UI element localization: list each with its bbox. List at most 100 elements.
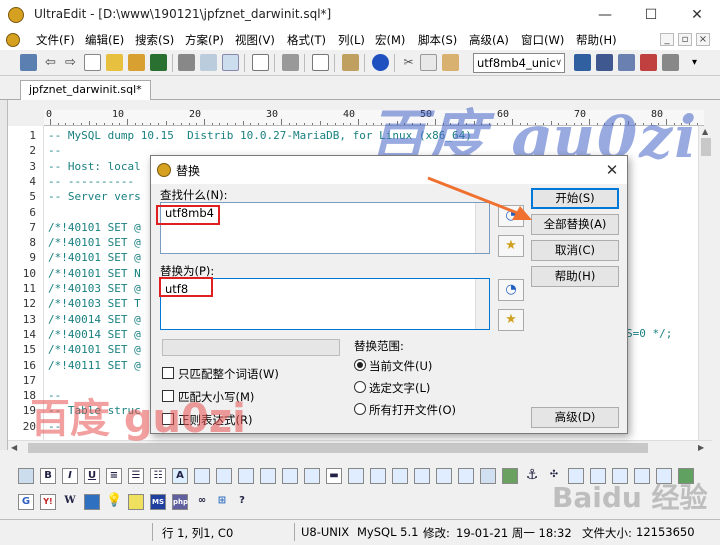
menu-advanced[interactable]: 高级(A) — [469, 32, 509, 48]
open-folder-icon[interactable] — [106, 54, 123, 71]
start-button[interactable]: 开始(S) — [531, 188, 619, 209]
back-arrow-icon[interactable]: ⇦ — [42, 54, 59, 71]
print-preview-icon[interactable] — [200, 54, 217, 71]
scope-selection-label[interactable]: 选定文字(L) — [369, 380, 430, 396]
regex-label[interactable]: 正则表达式(R) — [178, 412, 252, 428]
numbered-list-icon[interactable]: ☷ — [150, 468, 166, 484]
document-icon[interactable] — [6, 33, 20, 47]
heading-icon[interactable] — [304, 468, 320, 484]
scroll-left-icon[interactable]: ◀ — [11, 443, 17, 452]
help-button[interactable]: 帮助(H) — [531, 266, 619, 287]
regex-checkbox[interactable] — [162, 413, 174, 425]
align-center-icon[interactable] — [238, 468, 254, 484]
align-icon[interactable] — [282, 54, 299, 71]
find-favorites-star-icon[interactable]: ★ — [498, 235, 524, 257]
php-icon[interactable]: php — [172, 494, 188, 510]
menu-window[interactable]: 窗口(W) — [521, 32, 564, 48]
menu-format[interactable]: 格式(T) — [287, 32, 326, 48]
yahoo-icon[interactable]: Y! — [40, 494, 56, 510]
grid-icon[interactable] — [634, 468, 650, 484]
bulb-icon[interactable]: 💡 — [106, 494, 122, 510]
form-icon[interactable] — [436, 468, 452, 484]
menu-project[interactable]: 方案(P) — [185, 32, 224, 48]
indent-icon[interactable]: ≡ — [106, 468, 122, 484]
menu-help[interactable]: 帮助(H) — [576, 32, 617, 48]
cut-icon[interactable]: ✂ — [400, 54, 417, 71]
minimize-button[interactable]: — — [582, 0, 628, 30]
help-icon[interactable]: ? — [234, 494, 250, 510]
line-ending-status[interactable]: U8-UNIX — [301, 525, 349, 539]
format-icon[interactable] — [18, 468, 34, 484]
google-icon[interactable]: G — [18, 494, 34, 510]
hex-icon[interactable] — [312, 54, 329, 71]
windows-icon[interactable] — [84, 494, 100, 510]
menu-script[interactable]: 脚本(S) — [418, 32, 457, 48]
list-view-icon[interactable] — [656, 468, 672, 484]
find-icon[interactable] — [574, 54, 591, 71]
menu-search[interactable]: 搜索(S) — [135, 32, 174, 48]
save-icon[interactable] — [150, 54, 167, 71]
scope-current-file-radio[interactable] — [354, 359, 366, 371]
table-cell-icon[interactable] — [414, 468, 430, 484]
page-icon[interactable] — [252, 54, 269, 71]
scroll-up-icon[interactable]: ▲ — [702, 127, 708, 136]
new-file-icon[interactable] — [84, 54, 101, 71]
dialog-close-button[interactable]: ✕ — [601, 159, 623, 181]
bullet-list-icon[interactable]: ☰ — [128, 468, 144, 484]
list-icon[interactable] — [20, 54, 37, 71]
input-icon[interactable] — [458, 468, 474, 484]
syntax-status[interactable]: MySQL 5.1 — [357, 525, 418, 539]
menu-file[interactable]: 文件(F) — [36, 32, 75, 48]
copy-icon[interactable] — [420, 54, 437, 71]
print-output-icon[interactable] — [662, 54, 679, 71]
cancel-button[interactable]: 取消(C) — [531, 240, 619, 261]
menu-view[interactable]: 视图(V) — [235, 32, 275, 48]
match-case-label[interactable]: 匹配大小写(M) — [178, 389, 254, 405]
toolbar-overflow-icon[interactable]: ▾ — [686, 54, 703, 71]
table-column-icon[interactable] — [392, 468, 408, 484]
scope-selection-radio[interactable] — [354, 381, 366, 393]
microsoft-icon[interactable]: MS — [150, 494, 166, 510]
align-justify-icon[interactable] — [282, 468, 298, 484]
image-icon[interactable] — [502, 468, 518, 484]
align-right-icon[interactable] — [260, 468, 276, 484]
replace-favorites-star-icon[interactable]: ★ — [498, 309, 524, 331]
close-button[interactable]: ✕ — [674, 0, 720, 30]
whole-word-checkbox[interactable] — [162, 367, 174, 379]
menu-edit[interactable]: 编辑(E) — [85, 32, 124, 48]
font-icon[interactable]: A — [172, 468, 188, 484]
wordwrap-icon[interactable] — [342, 54, 359, 71]
windows-logo-icon[interactable]: ⊞ — [214, 494, 230, 510]
italic-icon[interactable]: I — [62, 468, 78, 484]
link-icon[interactable]: ∞ — [194, 494, 210, 510]
table-icon[interactable] — [348, 468, 364, 484]
open-recent-icon[interactable] — [128, 54, 145, 71]
scroll-thumb[interactable] — [28, 443, 648, 453]
align-left-icon[interactable] — [216, 468, 232, 484]
bold-icon[interactable]: B — [40, 468, 56, 484]
color-icon[interactable] — [590, 468, 606, 484]
scope-all-open-label[interactable]: 所有打开文件(O) — [369, 402, 456, 418]
forward-arrow-icon[interactable]: ⇨ — [62, 54, 79, 71]
match-case-checkbox[interactable] — [162, 390, 174, 402]
mdi-restore-button[interactable]: ▫ — [678, 33, 692, 46]
maximize-button[interactable]: ☐ — [628, 0, 674, 30]
replace-history-button[interactable]: ◔ — [498, 279, 524, 301]
mdi-minimize-button[interactable]: _ — [660, 33, 674, 46]
find-next-icon[interactable] — [596, 54, 613, 71]
print-icon[interactable] — [178, 54, 195, 71]
whole-word-label[interactable]: 只匹配整个词语(W) — [178, 366, 279, 382]
menu-column[interactable]: 列(L) — [338, 32, 365, 48]
vertical-scrollbar[interactable]: ▲ — [698, 126, 712, 440]
encoding-select[interactable]: utf8mb4_unic ∨ — [473, 53, 565, 73]
table-row-icon[interactable] — [370, 468, 386, 484]
validate-icon[interactable] — [678, 468, 694, 484]
horizontal-scrollbar[interactable]: ◀ ▶ — [8, 440, 712, 454]
scope-all-open-radio[interactable] — [354, 403, 366, 415]
zoom-icon[interactable] — [222, 54, 239, 71]
scroll-thumb[interactable] — [701, 138, 711, 156]
special-char-icon[interactable]: ✣ — [546, 468, 562, 484]
underline-icon[interactable]: U — [84, 468, 100, 484]
comment-icon[interactable] — [568, 468, 584, 484]
horizontal-rule-icon[interactable]: ▬ — [326, 468, 342, 484]
